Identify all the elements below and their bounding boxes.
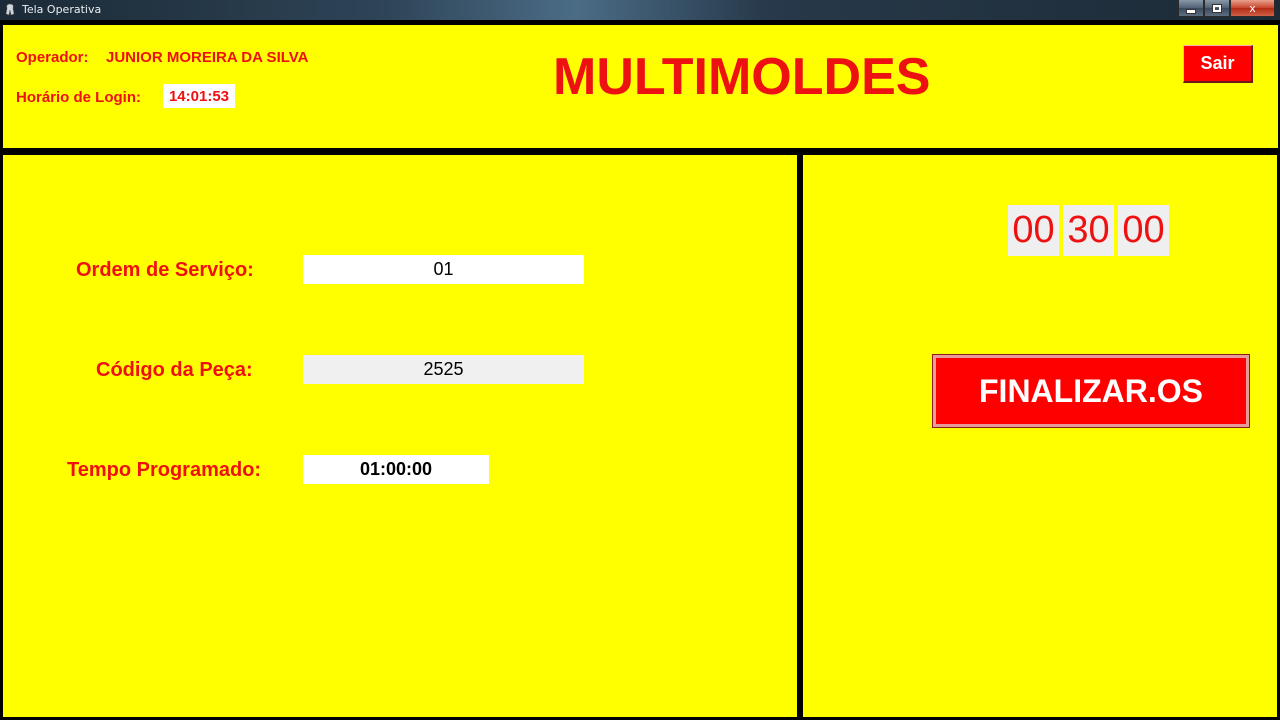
restore-button[interactable] [1204,0,1230,17]
service-order-panel: Ordem de Serviço: 01 Código da Peça: 252… [3,155,797,717]
timer-seconds: 00 [1118,205,1169,256]
operator-label: Operador: [16,49,89,66]
scheduled-time-label: Tempo Programado: [67,459,262,481]
title-bar[interactable]: Tela Operativa x [0,0,1280,20]
scheduled-time-field[interactable]: 01:00:00 [303,455,489,484]
app-title: MULTIMOLDES [553,48,931,106]
timer-panel: 00 30 00 FINALIZAR.OS [803,155,1277,717]
finalize-os-button[interactable]: FINALIZAR.OS [932,354,1250,428]
minimize-icon [1186,8,1196,14]
timer-minutes: 30 [1063,205,1114,256]
exit-button[interactable]: Sair [1183,45,1253,83]
part-code-label: Código da Peça: [96,359,253,381]
minimize-button[interactable] [1178,0,1204,17]
close-icon: x [1249,1,1256,15]
part-code-field[interactable]: 2525 [303,355,584,384]
operator-name: JUNIOR MOREIRA DA SILVA [106,49,309,66]
operative-window: Tela Operativa x Operador: JUNIOR MOREIR… [0,0,1280,720]
window-controls: x [1178,0,1275,18]
restore-icon [1212,3,1222,13]
close-button[interactable]: x [1230,0,1275,17]
header-panel: Operador: JUNIOR MOREIRA DA SILVA Horári… [3,25,1278,148]
timer-hours: 00 [1008,205,1059,256]
window-title: Tela Operativa [22,3,102,16]
service-order-field[interactable]: 01 [303,255,584,284]
service-order-label: Ordem de Serviço: [76,259,254,281]
login-time-value: 14:01:53 [163,84,235,108]
app-icon [5,3,15,16]
login-time-label: Horário de Login: [16,89,141,106]
